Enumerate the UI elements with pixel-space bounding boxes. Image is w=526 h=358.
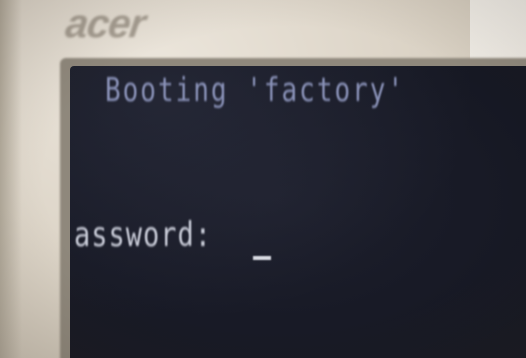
acer-logo: acer [62, 2, 148, 46]
monitor-screen: Booting 'factory' assword: [70, 66, 526, 358]
screen-glow [70, 66, 526, 358]
boot-message: Booting 'factory' [105, 72, 406, 110]
text-cursor [253, 256, 271, 260]
photo: acer Booting 'factory' assword: [0, 0, 526, 358]
bezel-shadow [0, 0, 22, 358]
password-prompt: assword: [74, 216, 213, 255]
